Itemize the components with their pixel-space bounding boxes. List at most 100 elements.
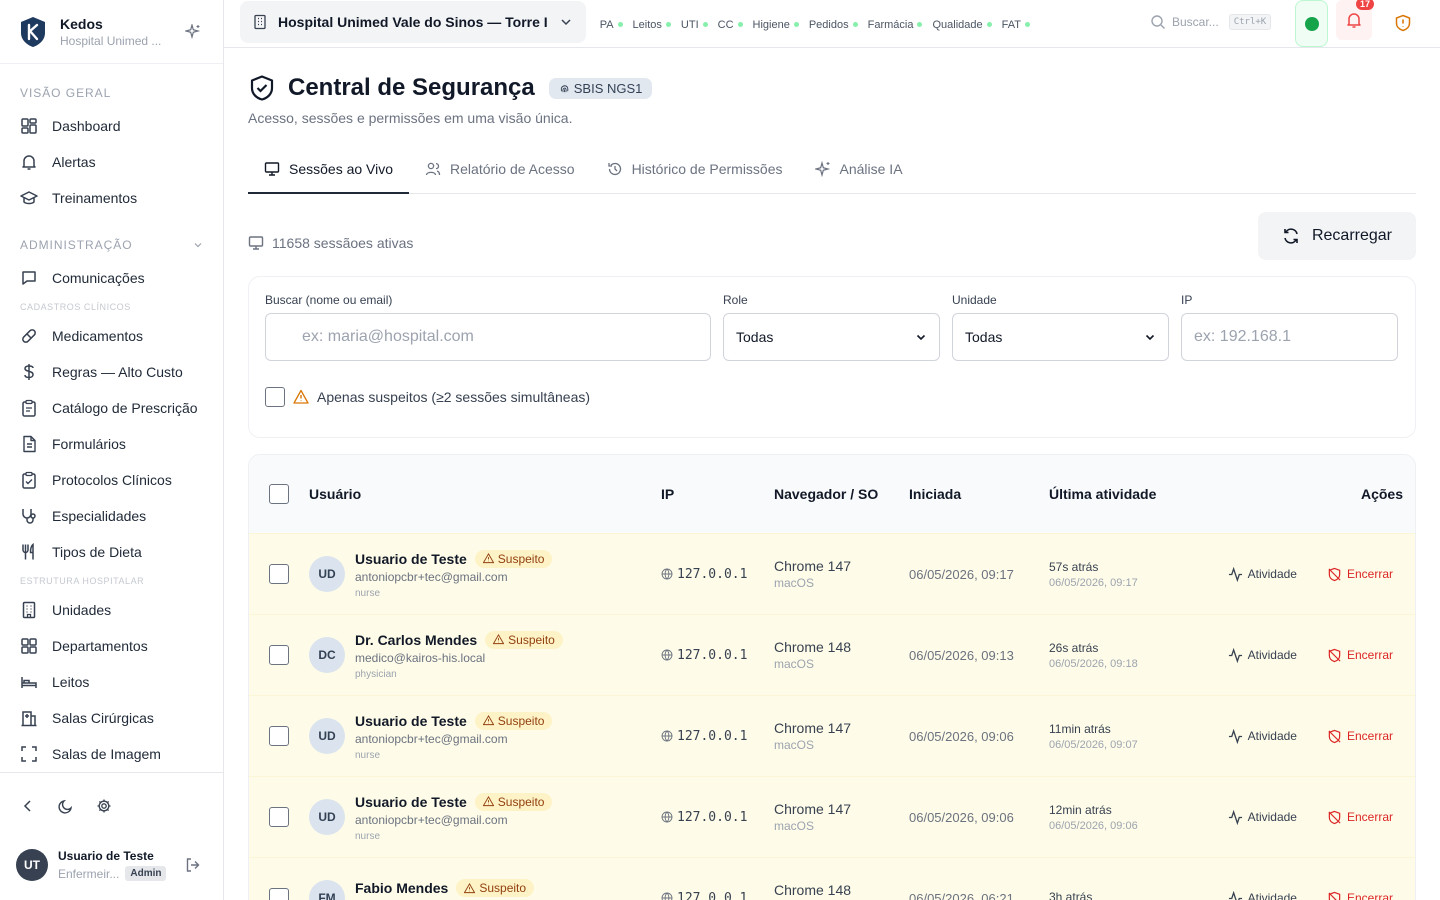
- row-checkbox[interactable]: [269, 645, 289, 665]
- connection-status[interactable]: [1295, 0, 1328, 47]
- activity-button[interactable]: Atividade: [1228, 566, 1297, 582]
- role-select[interactable]: Todas: [723, 313, 940, 361]
- module-label: FAT: [1001, 18, 1021, 31]
- tab-sessoes[interactable]: Sessões ao Vivo: [248, 146, 410, 194]
- notifications-button[interactable]: 17: [1336, 0, 1374, 40]
- activity-button[interactable]: Atividade: [1228, 728, 1297, 744]
- unit-select[interactable]: Todas: [952, 313, 1169, 361]
- ip-label: IP: [1181, 293, 1193, 307]
- shield-off-icon: [1328, 729, 1341, 743]
- sidebar-item-dieta[interactable]: Tipos de Dieta: [0, 534, 223, 570]
- sidebar-item-salas-cirurgicas[interactable]: Salas Cirúrgicas: [0, 700, 223, 736]
- grid-icon: [21, 638, 37, 654]
- sidebar-item-formularios[interactable]: Formulários: [0, 426, 223, 462]
- sidebar-item-medicamentos[interactable]: Medicamentos: [0, 318, 223, 354]
- user-role: Enfermeir...: [58, 866, 120, 881]
- moon-icon[interactable]: [58, 798, 74, 814]
- sidebar-item-salas-imagem[interactable]: Salas de Imagem: [0, 736, 223, 772]
- row-checkbox[interactable]: [269, 564, 289, 584]
- global-search[interactable]: Buscar... Ctrl+K: [1150, 14, 1272, 30]
- sidebar-item-unidades[interactable]: Unidades: [0, 592, 223, 628]
- activity-button[interactable]: Atividade: [1228, 647, 1297, 663]
- os: macOS: [774, 657, 815, 671]
- end-label: Encerrar: [1346, 729, 1393, 743]
- graduation-cap-icon: [20, 191, 38, 205]
- shield-alert-icon[interactable]: [1394, 14, 1412, 32]
- sidebar-item-protocolos[interactable]: Protocolos Clínicos: [0, 462, 223, 498]
- tab-analise-ia[interactable]: Análise IA: [799, 146, 919, 194]
- activity-button[interactable]: Atividade: [1228, 809, 1297, 825]
- user-name: Usuario de Teste: [355, 793, 467, 810]
- end-session-button[interactable]: Encerrar: [1327, 810, 1393, 825]
- globe-icon: [661, 892, 673, 900]
- sidebar-item-catalogo[interactable]: Catálogo de Prescrição: [0, 390, 223, 426]
- module-fat[interactable]: FAT: [1002, 19, 1030, 31]
- row-checkbox[interactable]: [269, 888, 289, 900]
- hospital-selector[interactable]: Hospital Unimed Vale do Sinos — Torre I: [240, 0, 586, 43]
- page-title: Central de Segurança: [288, 74, 535, 101]
- row-checkbox[interactable]: [269, 726, 289, 746]
- sidebar-item-regras[interactable]: Regras — Alto Custo: [0, 354, 223, 390]
- activity-label: Atividade: [1247, 810, 1297, 824]
- user-profile[interactable]: UT Usuario de Teste Enfermeir... Admin: [0, 839, 223, 891]
- started-at: 06/05/2026, 09:06: [909, 809, 1014, 825]
- module-higiene[interactable]: Higiene: [753, 19, 799, 31]
- chevron-left-icon[interactable]: [20, 798, 36, 814]
- row-checkbox[interactable]: [269, 807, 289, 827]
- tab-relatorio[interactable]: Relatório de Acesso: [409, 146, 591, 194]
- module-cc[interactable]: CC: [718, 19, 743, 31]
- sidebar-item-label: Formulários: [52, 436, 126, 452]
- status-dot: [917, 22, 923, 27]
- activity-label: Atividade: [1247, 567, 1297, 581]
- module-qualidade[interactable]: Qualidade: [932, 19, 992, 31]
- module-farmacia[interactable]: Farmácia: [868, 19, 923, 31]
- globe-icon: [661, 649, 673, 661]
- sidebar-item-departamentos[interactable]: Departamentos: [0, 628, 223, 664]
- sidebar-item-label: Salas Cirúrgicas: [52, 710, 154, 726]
- sidebar-item-alertas[interactable]: Alertas: [0, 144, 223, 180]
- sidebar: Kedos Hospital Unimed ... VISÃO GERAL Da…: [0, 0, 224, 900]
- logout-icon[interactable]: [185, 857, 201, 873]
- refresh-icon: [1284, 228, 1298, 244]
- user-role: nurse: [355, 587, 381, 599]
- sidebar-item-leitos[interactable]: Leitos: [0, 664, 223, 700]
- sparkles-icon[interactable]: [185, 24, 201, 40]
- activity-button[interactable]: Atividade: [1228, 890, 1297, 900]
- sidebar-item-especialidades[interactable]: Especialidades: [0, 498, 223, 534]
- tab-historico[interactable]: Histórico de Permissões: [591, 146, 799, 194]
- status-dot: [793, 22, 799, 27]
- sidebar-item-treinamentos[interactable]: Treinamentos: [0, 180, 223, 216]
- end-session-button[interactable]: Encerrar: [1327, 891, 1393, 900]
- dashboard-icon: [21, 118, 37, 134]
- sidebar-item-label: Comunicações: [52, 270, 145, 286]
- module-leitos[interactable]: Leitos: [633, 19, 671, 31]
- avatar: DC: [309, 637, 345, 673]
- main: Hospital Unimed Vale do Sinos — Torre I …: [224, 0, 1440, 900]
- end-session-button[interactable]: Encerrar: [1327, 648, 1393, 663]
- unit-label: Unidade: [952, 293, 997, 307]
- reload-button[interactable]: Recarregar: [1257, 212, 1416, 260]
- suspect-label: Suspeito: [508, 632, 555, 647]
- unit-value: Todas: [965, 329, 1003, 345]
- user-role: nurse: [355, 830, 381, 842]
- module-pedidos[interactable]: Pedidos: [809, 19, 858, 31]
- ip-input[interactable]: ex: 192.168.1: [1181, 313, 1398, 361]
- suspect-label: Suspeito: [479, 881, 527, 895]
- suspicious-only-checkbox[interactable]: [265, 387, 285, 407]
- col-usuario: Usuário: [309, 486, 362, 502]
- fingerprint-icon: [560, 84, 569, 92]
- brand: Kedos Hospital Unimed ...: [0, 0, 223, 64]
- sidebar-item-dashboard[interactable]: Dashboard: [0, 108, 223, 144]
- status-dot: [737, 22, 743, 27]
- end-session-button[interactable]: Encerrar: [1327, 729, 1393, 744]
- module-pa[interactable]: PA: [600, 19, 623, 31]
- last-activity-date: 06/05/2026, 09:17: [1049, 576, 1138, 589]
- nav-section-admin[interactable]: ADMINISTRAÇÃO: [0, 236, 223, 254]
- gear-icon[interactable]: [96, 798, 112, 814]
- browser: Chrome 147: [774, 720, 852, 736]
- search-input[interactable]: ex: maria@hospital.com: [265, 313, 711, 361]
- module-uti[interactable]: UTI: [681, 19, 708, 31]
- sidebar-item-comunicacoes[interactable]: Comunicações: [0, 260, 223, 296]
- end-session-button[interactable]: Encerrar: [1327, 567, 1393, 582]
- select-all-checkbox[interactable]: [269, 484, 289, 504]
